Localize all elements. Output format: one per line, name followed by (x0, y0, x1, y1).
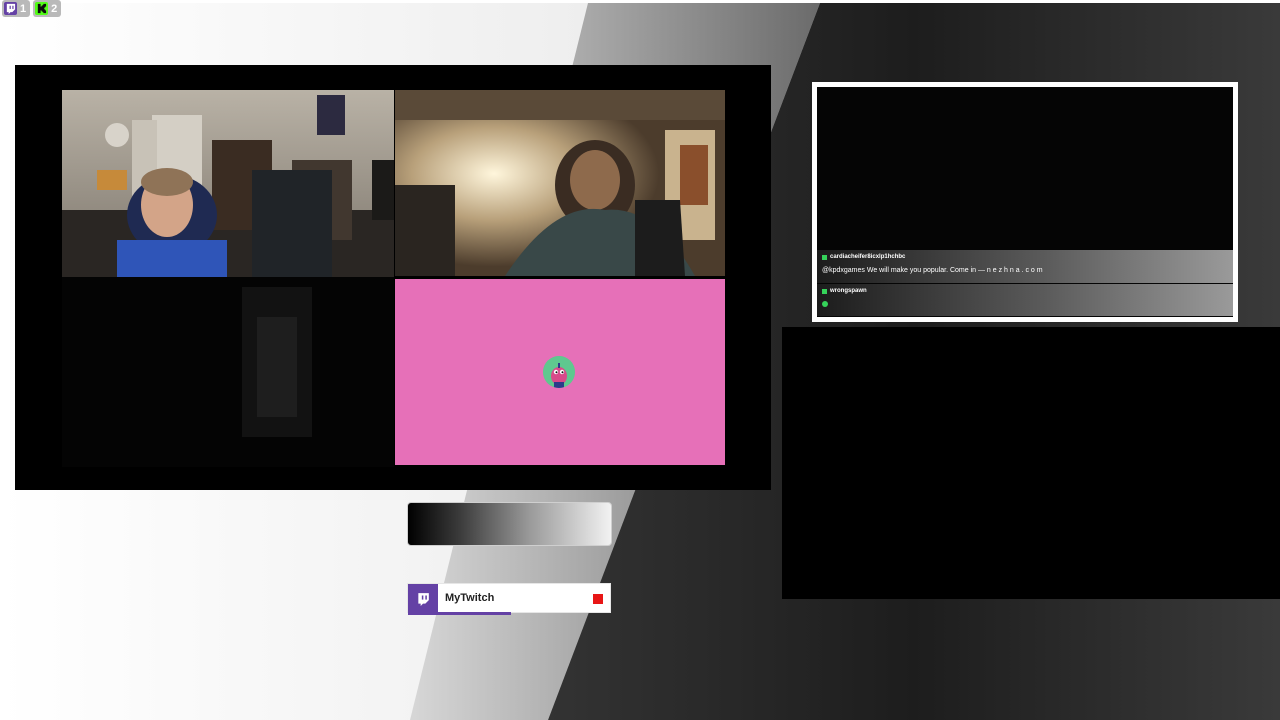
viewer-badges: 1 2 (2, 0, 62, 17)
twitch-icon (4, 2, 17, 15)
user-badge-icon (822, 288, 827, 294)
chat-frame-notch-bottom (960, 319, 1090, 322)
guest-webcam (395, 90, 725, 276)
empty-source-panel (782, 327, 1280, 599)
live-indicator (593, 594, 603, 604)
channel-name: MyTwitch (445, 592, 495, 604)
chat-message: wrongspawn (817, 284, 1233, 316)
chat-text: @kpdxgames We will make you popular. Com… (822, 267, 1043, 274)
twitch-icon (408, 584, 438, 614)
kick-viewer-badge: 2 (33, 0, 62, 17)
stream-overlay: 1 2 cardiacheifer8icxlp1hchbc @kpdxgames… (0, 0, 1280, 720)
chat-message: cardiacheifer8icxlp1hchbc @kpdxgames We … (817, 250, 1233, 283)
chat-username: wrongspawn (830, 288, 867, 294)
streamer-webcam-lower (62, 277, 394, 467)
twitch-viewer-count: 1 (20, 2, 27, 15)
twitch-viewer-badge: 1 (2, 0, 31, 17)
stream-channel-label: MyTwitch (407, 583, 611, 615)
kick-viewer-count: 2 (51, 2, 58, 15)
emote-icon (822, 301, 828, 307)
chat-username: cardiacheifer8icxlp1hchbc (830, 254, 906, 260)
chat-frame-notch-top (960, 82, 1090, 85)
kick-icon (35, 2, 49, 15)
label-progress-bar (408, 612, 512, 615)
gradient-bar (407, 502, 612, 546)
streamer-webcam (62, 90, 394, 277)
user-avatar (543, 356, 575, 388)
chat-window: cardiacheifer8icxlp1hchbc @kpdxgames We … (817, 87, 1233, 317)
camera-panel (15, 65, 771, 490)
user-badge-icon (822, 254, 827, 260)
chat-overlay: cardiacheifer8icxlp1hchbc @kpdxgames We … (812, 82, 1238, 322)
avatar-tile (395, 279, 725, 465)
